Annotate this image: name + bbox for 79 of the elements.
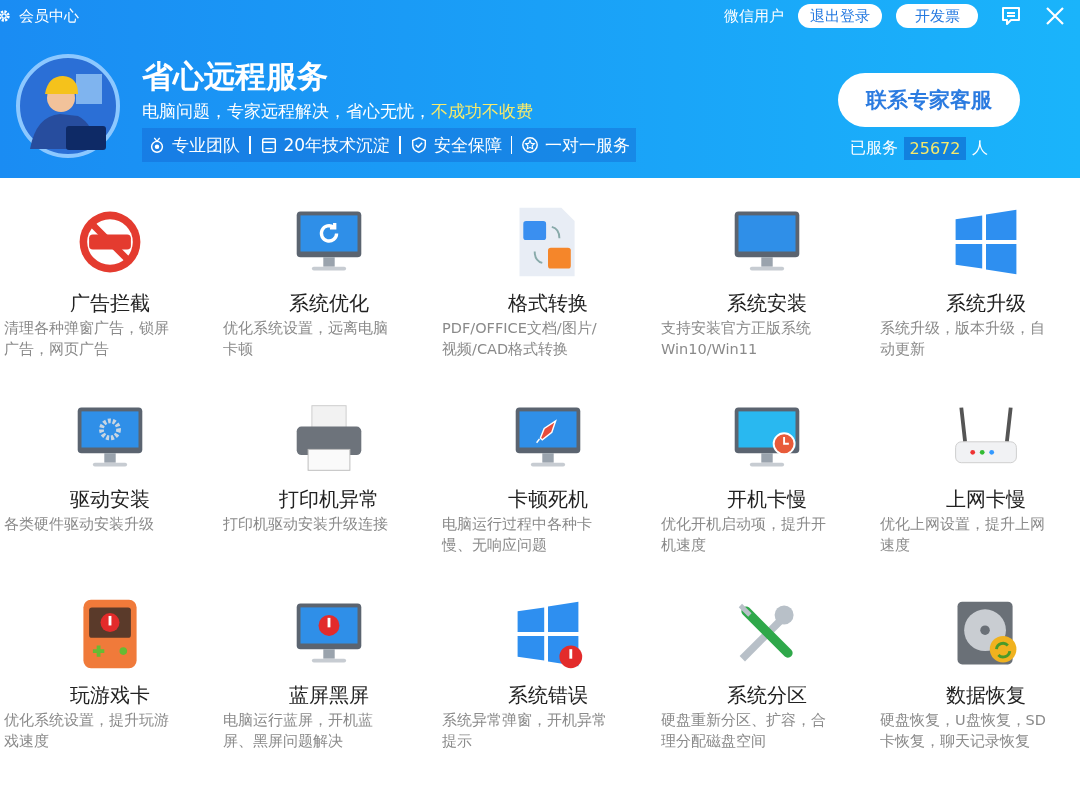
service-title: 系统升级	[945, 290, 1026, 316]
message-icon[interactable]	[1000, 5, 1022, 27]
window-title: 会员中心	[19, 6, 79, 26]
service-description: 系统升级，版本升级，自	[880, 319, 1046, 338]
contact-expert-button[interactable]: 联系专家客服	[838, 73, 1020, 127]
service-title: 系统错误	[507, 682, 588, 708]
service-title: 上网卡慢	[945, 486, 1026, 512]
service-tile[interactable]: 卡顿死机 电脑运行过程中各种卡 慢、无响应问题	[438, 400, 657, 596]
service-tile[interactable]: 玩游戏卡 优化系统设置，提升玩游 戏速度	[0, 596, 219, 792]
service-description: 系统异常弹窗，开机异常	[442, 711, 608, 730]
service-description: 优化开机启动项，提升开	[661, 515, 827, 534]
service-description: Win10/Win11	[661, 340, 759, 359]
service-description: 慢、无响应问题	[442, 536, 548, 555]
pill-button[interactable]: 退出登录	[798, 4, 882, 28]
star-badge-icon	[521, 136, 540, 154]
service-description: 动更新	[880, 340, 926, 359]
service-description: 硬盘恢复，U盘恢复，SD	[880, 711, 1047, 730]
service-description: 卡恢复，聊天记录恢复	[880, 732, 1031, 751]
service-description: 提示	[442, 732, 473, 751]
service-tile[interactable]: 打印机异常 打印机驱动安装升级连接	[219, 400, 438, 596]
served-unit: 人	[972, 138, 989, 159]
service-title: 系统分区	[726, 682, 807, 708]
service-description: 戏速度	[4, 732, 50, 751]
pill-button[interactable]: 开发票	[896, 4, 978, 28]
service-title: 卡顿死机	[507, 486, 588, 512]
banner-slogan: 电脑问题，专家远程解决，省心无忧，不成功不收费	[142, 100, 534, 123]
service-description: 优化系统设置，提升玩游	[4, 711, 170, 730]
service-tile[interactable]: 系统错误 系统异常弹窗，开机异常 提示	[438, 596, 657, 792]
service-title: 开机卡慢	[726, 486, 807, 512]
service-tile[interactable]: 系统升级 系统升级，版本升级，自 动更新	[876, 204, 1080, 400]
feature-label: 专业团队	[172, 133, 240, 157]
service-title: 驱动安装	[69, 486, 150, 512]
service-description: 电脑运行过程中各种卡	[442, 515, 593, 534]
service-description: 优化上网设置，提升上网	[880, 515, 1046, 534]
service-description: 广告，网页广告	[4, 340, 110, 359]
service-description: 支持安装官方正版系统	[661, 319, 812, 338]
served-label: 已服务	[849, 138, 898, 159]
service-title: 打印机异常	[278, 486, 379, 512]
service-tile[interactable]: 开机卡慢 优化开机启动项，提升开 机速度	[657, 400, 876, 596]
service-description: 屏、黑屏问题解决	[223, 732, 344, 751]
service-tile[interactable]: 上网卡慢 优化上网设置，提升上网 速度	[876, 400, 1080, 596]
service-description: 视频/CAD格式转换	[442, 340, 570, 359]
service-description: PDF/OFFICE文档/图片/	[442, 319, 598, 338]
banner-title: 省心远程服务	[142, 57, 329, 96]
user-name: 微信用户	[724, 6, 784, 26]
service-description: 速度	[880, 536, 911, 555]
service-tile[interactable]: 格式转换 PDF/OFFICE文档/图片/ 视频/CAD格式转换	[438, 204, 657, 400]
feature-label: 20年技术沉淀	[283, 133, 391, 157]
service-description: 优化系统设置，远离电脑	[223, 319, 389, 338]
service-tile[interactable]: 系统分区 硬盘重新分区、扩容，合 理分配磁盘空间	[657, 596, 876, 792]
service-description: 清理各种弹窗广告，锁屏	[4, 319, 170, 338]
service-description: 理分配磁盘空间	[661, 732, 767, 751]
service-description: 打印机驱动安装升级连接	[223, 515, 389, 534]
service-description: 机速度	[661, 536, 707, 555]
service-description: 卡顿	[223, 340, 254, 359]
shield-icon	[409, 136, 428, 154]
served-count: 25672	[903, 137, 967, 160]
service-description: 各类硬件驱动安装升级	[4, 515, 155, 534]
service-tile[interactable]: 广告拦截 清理各种弹窗广告，锁屏 广告，网页广告	[0, 204, 219, 400]
service-title: 系统安装	[726, 290, 807, 316]
service-title: 广告拦截	[69, 290, 150, 316]
service-description: 硬盘重新分区、扩容，合	[661, 711, 827, 730]
service-title: 数据恢复	[945, 682, 1026, 708]
service-tile[interactable]: 驱动安装 各类硬件驱动安装升级	[0, 400, 219, 596]
feature-label: 一对一服务	[545, 133, 631, 157]
feature-label: 安全保障	[433, 133, 502, 157]
service-title: 玩游戏卡	[69, 682, 150, 708]
service-tile[interactable]: 系统优化 优化系统设置，远离电脑 卡顿	[219, 204, 438, 400]
service-tile[interactable]: 蓝屏黑屏 电脑运行蓝屏，开机蓝 屏、黑屏问题解决	[219, 596, 438, 792]
service-description: 电脑运行蓝屏，开机蓝	[223, 711, 374, 730]
service-title: 蓝屏黑屏	[288, 682, 369, 708]
medal-icon	[148, 136, 166, 154]
settings-icon[interactable]	[0, 9, 11, 23]
service-title: 系统优化	[288, 290, 369, 316]
close-icon[interactable]	[1044, 5, 1066, 27]
service-tile[interactable]: 系统安装 支持安装官方正版系统 Win10/Win11	[657, 204, 876, 400]
service-tile[interactable]: 数据恢复 硬盘恢复，U盘恢复，SD 卡恢复，聊天记录恢复	[876, 596, 1080, 792]
service-title: 格式转换	[507, 290, 588, 316]
calendar-icon	[259, 136, 278, 154]
